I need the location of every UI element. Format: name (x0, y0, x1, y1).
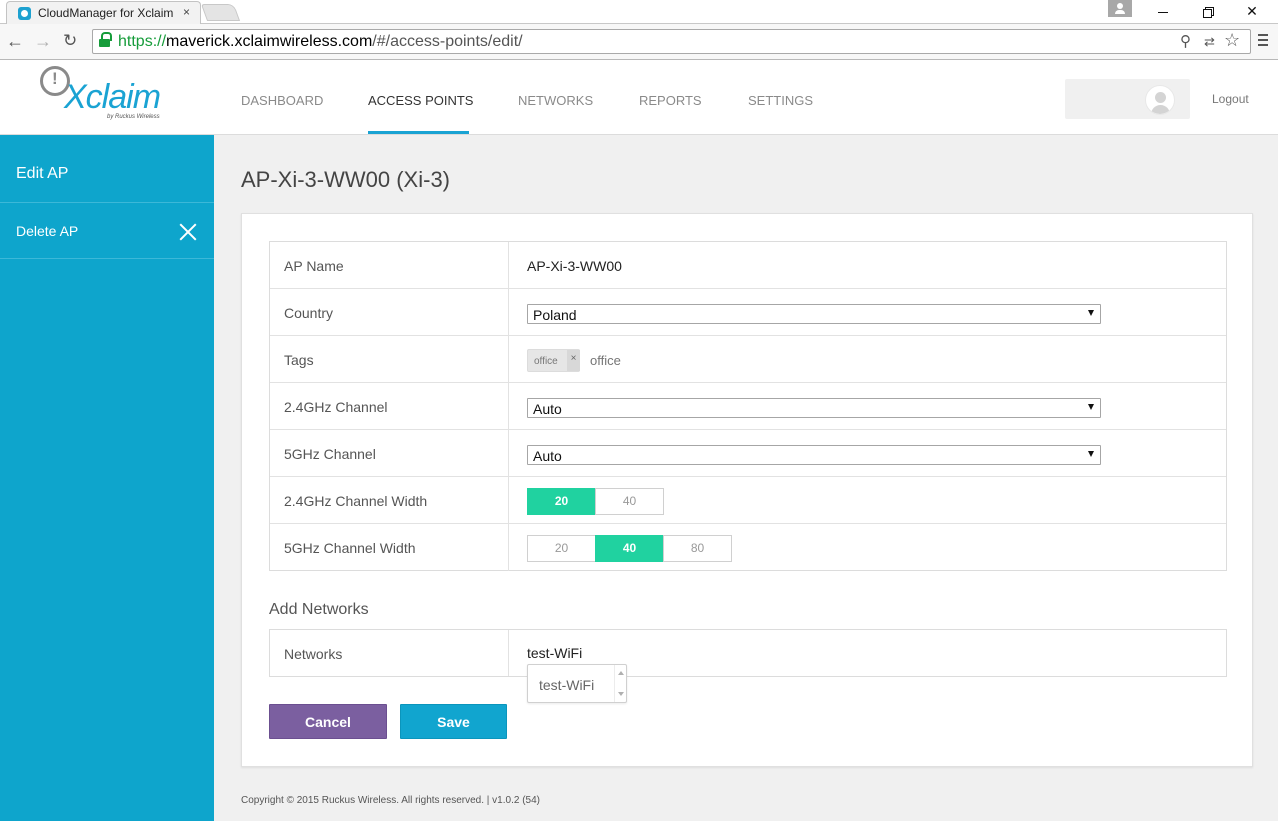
width-5-option-40[interactable]: 40 (595, 535, 664, 562)
row-country: Country Poland (270, 289, 1226, 336)
scroll-down-icon[interactable] (618, 692, 624, 696)
network-suggestion-option[interactable]: test-WiFi (539, 677, 594, 693)
url-text[interactable]: https://maverick.xclaimwireless.com/#/ac… (118, 33, 523, 51)
tag-chip[interactable]: office × (527, 349, 580, 372)
field-label: 5GHz Channel (284, 446, 376, 462)
sidebar-item-edit-ap[interactable]: Edit AP (0, 135, 214, 203)
secure-lock-icon (99, 32, 112, 47)
add-networks-heading: Add Networks (269, 601, 369, 618)
select-value: Auto (533, 448, 562, 464)
scroll-up-icon[interactable] (618, 671, 624, 675)
channel-24-select[interactable]: Auto (527, 398, 1101, 418)
zoom-icon[interactable]: ⚲ (1180, 32, 1191, 50)
nav-reports[interactable]: REPORTS (639, 93, 702, 108)
width-24-toggle: 20 40 (527, 488, 664, 515)
field-label: 2.4GHz Channel Width (284, 493, 428, 509)
logo-text: Xclaim (64, 78, 161, 116)
app-header: Xclaim by Ruckus Wireless DASHBOARD ACCE… (0, 60, 1278, 135)
sidebar-item-label: Edit AP (16, 165, 69, 182)
select-value: Auto (533, 401, 562, 417)
tags-input[interactable] (590, 353, 790, 368)
nav-access-points[interactable]: ACCESS POINTS (368, 93, 473, 108)
dropdown-arrow-icon (1088, 451, 1094, 457)
address-bar[interactable]: https://maverick.xclaimwireless.com/#/ac… (92, 29, 1251, 54)
browser-menu-icon[interactable] (1258, 34, 1270, 49)
sidebar-item-label: Delete AP (16, 223, 79, 239)
ap-settings-table: AP Name AP-Xi-3-WW00 Country Poland Tags… (269, 241, 1227, 571)
restore-icon (1202, 8, 1212, 18)
networks-table: Networks test-WiFi (269, 629, 1227, 677)
row-channel-24: 2.4GHz Channel Auto (270, 383, 1226, 430)
nav-networks[interactable]: NETWORKS (518, 93, 593, 108)
edit-ap-card: AP Name AP-Xi-3-WW00 Country Poland Tags… (241, 213, 1253, 767)
tab-title: CloudManager for Xclaim (38, 6, 174, 20)
user-menu[interactable] (1065, 79, 1190, 119)
translate-icon[interactable]: ⇄ (1204, 34, 1215, 50)
nav-settings[interactable]: SETTINGS (748, 93, 813, 108)
xclaim-favicon-icon (18, 7, 31, 20)
row-width-24: 2.4GHz Channel Width 20 40 (270, 477, 1226, 524)
save-button[interactable]: Save (400, 704, 507, 739)
dropdown-arrow-icon (1088, 310, 1094, 316)
width-5-toggle: 20 40 80 (527, 535, 732, 562)
row-width-5: 5GHz Channel Width 20 40 80 (270, 524, 1226, 571)
minimize-icon (1158, 11, 1168, 13)
logo-subtext: by Ruckus Wireless (107, 114, 160, 120)
new-tab-button[interactable] (200, 4, 241, 21)
page-title: AP-Xi-3-WW00 (Xi-3) (241, 167, 451, 192)
tag-chip-label: office (534, 356, 558, 367)
width-24-option-20[interactable]: 20 (527, 488, 596, 515)
row-channel-5: 5GHz Channel Auto (270, 430, 1226, 477)
width-24-option-40[interactable]: 40 (595, 488, 664, 515)
tab-close-icon[interactable]: × (183, 5, 190, 19)
field-label: 5GHz Channel Width (284, 540, 416, 556)
xclaim-logo[interactable]: Xclaim by Ruckus Wireless (38, 66, 178, 128)
tag-remove-icon[interactable]: × (567, 350, 580, 371)
sidebar: Edit AP Delete AP (0, 135, 214, 821)
back-arrow-icon[interactable]: ← (6, 32, 24, 50)
country-select[interactable]: Poland (527, 304, 1101, 324)
forward-arrow-icon[interactable]: → (34, 32, 52, 50)
network-suggestion-list[interactable]: test-WiFi (527, 664, 627, 703)
avatar (1145, 85, 1175, 115)
browser-toolbar: ← → ↻ https://maverick.xclaimwireless.co… (0, 24, 1278, 60)
logout-link[interactable]: Logout (1212, 92, 1249, 106)
width-5-option-20[interactable]: 20 (527, 535, 596, 562)
footer-copyright: Copyright © 2015 Ruckus Wireless. All ri… (241, 795, 540, 806)
field-label: Tags (284, 352, 314, 368)
bookmark-star-icon[interactable]: ☆ (1224, 30, 1240, 51)
restore-button[interactable] (1185, 0, 1229, 24)
window-close-button[interactable]: ✕ (1230, 0, 1274, 24)
browser-tabbar: CloudManager for Xclaim × ✕ (0, 0, 1278, 24)
row-ap-name: AP Name AP-Xi-3-WW00 (270, 242, 1226, 289)
field-label: 2.4GHz Channel (284, 399, 388, 415)
row-tags: Tags office × (270, 336, 1226, 383)
networks-input[interactable]: test-WiFi (527, 645, 582, 661)
active-nav-underline (368, 131, 469, 134)
list-scrollbar[interactable] (614, 665, 626, 702)
field-label: Networks (284, 646, 343, 662)
field-label: Country (284, 305, 334, 321)
browser-tab[interactable]: CloudManager for Xclaim × (6, 1, 201, 24)
channel-5-select[interactable]: Auto (527, 445, 1101, 465)
cancel-button[interactable]: Cancel (269, 704, 387, 739)
sidebar-item-delete-ap[interactable]: Delete AP (0, 203, 214, 259)
minimize-button[interactable] (1141, 0, 1185, 24)
width-5-option-80[interactable]: 80 (663, 535, 732, 562)
ap-name-value: AP-Xi-3-WW00 (527, 258, 622, 274)
close-icon[interactable] (179, 223, 197, 241)
field-label: AP Name (284, 258, 344, 274)
nav-dashboard[interactable]: DASHBOARD (241, 93, 323, 108)
browser-user-icon[interactable] (1108, 0, 1132, 17)
select-value: Poland (533, 307, 577, 323)
dropdown-arrow-icon (1088, 404, 1094, 410)
reload-icon[interactable]: ↻ (63, 32, 77, 50)
